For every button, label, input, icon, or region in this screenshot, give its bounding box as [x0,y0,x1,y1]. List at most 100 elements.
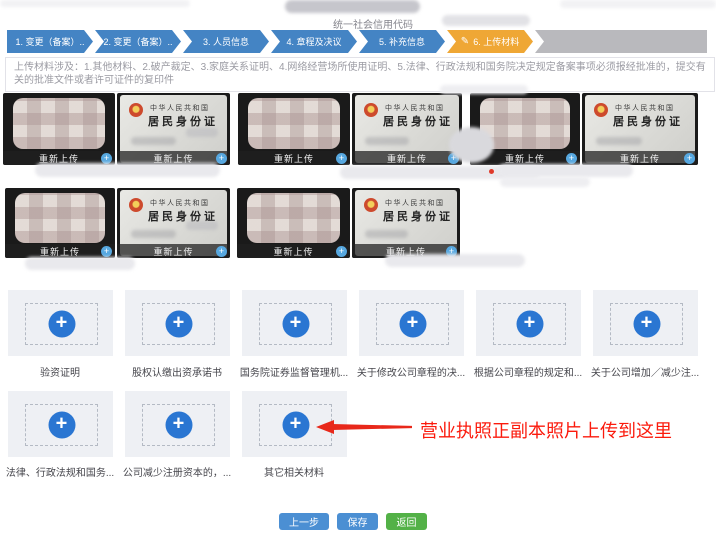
id-card-title: 居民身份证 [383,208,453,224]
redacted-photo-area [247,193,340,243]
redaction-blob [365,230,408,238]
national-emblem-icon [594,103,608,117]
upload-dropzone[interactable]: + [142,404,215,446]
id-card-title: 居民身份证 [613,113,683,129]
uploaded-id-photo-back[interactable]: 中华人民共和国 居民身份证 重新上传 + [352,188,460,258]
step-label: 3. 人员信息 [203,35,249,48]
upload-dropzone[interactable]: + [259,303,332,345]
upload-slot: + [8,391,113,457]
add-upload-button[interactable]: + [165,311,192,338]
add-upload-button[interactable]: + [48,412,75,439]
step-2-change-record[interactable]: 2. 变更（备案）.. [95,30,181,53]
upload-dropzone[interactable]: + [142,303,215,345]
add-upload-button[interactable]: + [282,311,309,338]
add-upload-button[interactable]: + [282,412,309,439]
national-emblem-icon [129,198,143,212]
redaction-blob [500,177,590,187]
step-6-upload-materials[interactable]: ✎ 6. 上传材料 [447,30,533,53]
reupload-button[interactable]: 重新上传 [620,152,660,165]
upload-dropzone[interactable]: + [25,303,98,345]
reupload-button[interactable]: 重新上传 [273,245,313,258]
redaction-blob-credit-code [442,15,530,26]
redaction-blob [385,254,525,267]
redaction-blob [449,127,494,163]
zoom-in-icon[interactable]: + [101,246,112,257]
add-upload-button[interactable]: + [633,311,660,338]
reupload-button[interactable]: 重新上传 [387,152,427,165]
upload-slot: + [125,391,230,457]
upload-materials-page: 统一社会信用代码 1. 变更（备案）.. 2. 变更（备案）.. 3. 人员信息… [0,0,716,536]
zoom-in-icon[interactable]: + [216,153,227,164]
stepbar-remainder [535,30,707,53]
redaction-blob [25,257,135,270]
step-label: 1. 变更（备案）.. [15,35,84,48]
redaction-blob [440,85,528,94]
zoom-in-icon[interactable]: + [216,246,227,257]
upload-slot-label: 根据公司章程的规定和... [470,364,586,379]
thumb-toolbar: 重新上传 + [238,151,350,165]
redaction-blob [131,137,176,145]
zoom-in-icon[interactable]: + [336,246,347,257]
zoom-in-icon[interactable]: + [101,153,112,164]
thumb-toolbar: 重新上传 + [5,244,115,258]
uploaded-id-photo-front[interactable]: 重新上传 + [238,93,350,165]
reupload-button[interactable]: 重新上传 [505,152,545,165]
add-upload-button[interactable]: + [165,412,192,439]
uploaded-id-photo-front[interactable]: 重新上传 + [5,188,115,258]
step-4-charter[interactable]: 4. 章程及决议 [271,30,357,53]
reupload-button[interactable]: 重新上传 [274,152,314,165]
upload-slot: + [125,290,230,356]
credit-code-label: 统一社会信用代码 [333,16,413,31]
add-upload-button[interactable]: + [399,311,426,338]
uploaded-id-photo-back[interactable]: 中华人民共和国 居民身份证 重新上传 + [117,93,230,165]
zoom-in-icon[interactable]: + [336,153,347,164]
redacted-photo-area [248,98,340,149]
step-label: 5. 补充信息 [379,35,425,48]
return-button[interactable]: 返回 [386,513,427,530]
uploaded-id-photo-back[interactable]: 中华人民共和国 居民身份证 重新上传 + [352,93,462,165]
step-1-change-record[interactable]: 1. 变更（备案）.. [7,30,93,53]
upload-slot: + [242,290,347,356]
thumb-toolbar: 重新上传 + [237,244,350,258]
annotation-arrow-shaft [332,424,412,430]
uploaded-id-photo-back[interactable]: 中华人民共和国 居民身份证 重新上传 + [117,188,230,258]
step-label: 2. 变更（备案）.. [103,35,172,48]
reupload-button[interactable]: 重新上传 [40,245,80,258]
redaction-blob [35,163,220,177]
id-card-country: 中华人民共和国 [385,103,445,113]
upload-slot-label: 关于公司增加／减少注... [587,364,703,379]
upload-dropzone[interactable]: + [376,303,449,345]
id-card-title: 居民身份证 [148,113,218,129]
step-3-personnel[interactable]: 3. 人员信息 [183,30,269,53]
pencil-icon: ✎ [461,36,469,47]
upload-slot: + [476,290,581,356]
uploaded-id-photo-front[interactable]: 重新上传 + [237,188,350,258]
previous-step-button[interactable]: 上一步 [279,513,329,530]
upload-slot-label: 其它相关材料 [236,464,352,479]
add-upload-button[interactable]: + [516,311,543,338]
reupload-button[interactable]: 重新上传 [153,245,193,258]
zoom-in-icon[interactable]: + [566,153,577,164]
upload-slot-label: 法律、行政法规和国务... [2,464,118,479]
thumb-toolbar: 重新上传 + [582,151,698,165]
national-emblem-icon [364,198,378,212]
redaction-blob [365,137,409,145]
upload-dropzone[interactable]: + [25,404,98,446]
step-5-extra-info[interactable]: 5. 补充信息 [359,30,445,53]
uploaded-id-photo-back[interactable]: 中华人民共和国 居民身份证 重新上传 + [582,93,698,165]
national-emblem-icon [129,103,143,117]
uploaded-id-photo-front[interactable]: 重新上传 + [3,93,115,165]
id-card-country: 中华人民共和国 [150,103,210,113]
zoom-in-icon[interactable]: + [684,153,695,164]
redaction-blob [131,230,176,238]
upload-dropzone[interactable]: + [610,303,683,345]
upload-slot-label: 关于修改公司章程的决... [353,364,469,379]
redacted-photo-area [15,193,105,243]
step-label: 4. 章程及决议 [286,35,341,48]
add-upload-button[interactable]: + [48,311,75,338]
id-card-title: 居民身份证 [383,113,453,129]
upload-slot-label: 国务院证券监督管理机... [236,364,352,379]
save-button[interactable]: 保存 [337,513,378,530]
upload-dropzone[interactable]: + [493,303,566,345]
national-emblem-icon [364,103,378,117]
